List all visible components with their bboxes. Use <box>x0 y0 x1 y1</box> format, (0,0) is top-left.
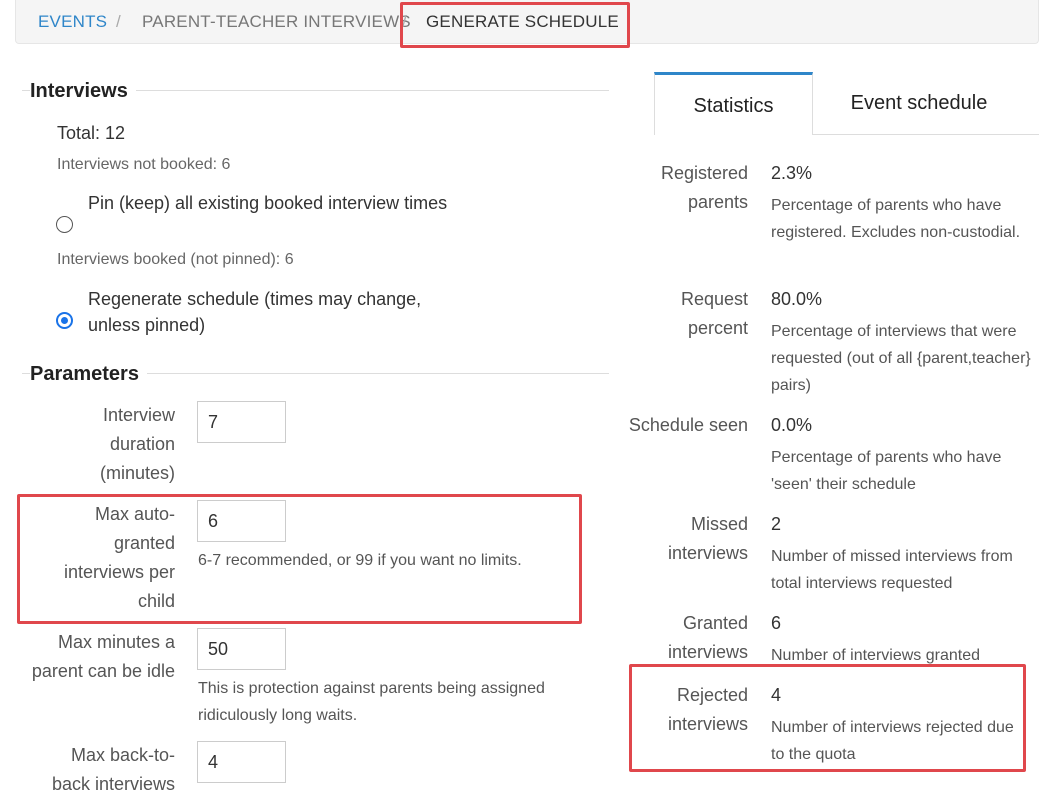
max-idle-minutes-help: This is protection against parents being… <box>198 680 545 724</box>
max-idle-minutes-input[interactable] <box>197 628 286 670</box>
max-back-to-back-label: Max back-to-back interviews <box>51 745 175 794</box>
interviews-legend: Interviews <box>30 80 136 103</box>
pin-option-label[interactable]: Pin (keep) all existing booked interview… <box>88 190 448 216</box>
max-back-to-back-input[interactable] <box>197 741 286 783</box>
interview-duration-label: Interview duration (minutes) <box>99 405 175 483</box>
stat-value-request-percent: 80.0% <box>771 289 823 309</box>
stat-label-registered-parents: Registered parents <box>660 163 748 212</box>
tab-event-schedule[interactable]: Event schedule <box>813 72 1025 134</box>
breadcrumb-parent-teacher-link[interactable]: PARENT-TEACHER INTERVIEWS <box>142 12 411 32</box>
stat-label-request-percent: Request percent <box>680 289 748 338</box>
pin-radio[interactable] <box>56 216 73 233</box>
stat-value-missed-interviews: 2 <box>771 514 782 534</box>
stat-label-schedule-seen: Schedule seen <box>628 415 748 435</box>
interviews-booked-not-pinned: Interviews booked (not pinned): 6 <box>57 251 294 268</box>
stat-desc-registered-parents: Percentage of parents who have registere… <box>771 197 1021 241</box>
stat-desc-schedule-seen: Percentage of parents who have 'seen' th… <box>771 449 1002 493</box>
stat-label-granted-interviews: Granted interviews <box>667 613 748 662</box>
stat-value-registered-parents: 2.3% <box>771 163 813 183</box>
stat-desc-missed-interviews: Number of missed interviews from total i… <box>771 548 1013 592</box>
max-idle-minutes-label: Max minutes a parent can be idle <box>31 632 175 681</box>
breadcrumb-separator: / <box>116 12 121 31</box>
stat-desc-request-percent: Percentage of interviews that were reque… <box>771 323 1031 394</box>
stat-value-granted-interviews: 6 <box>771 613 782 633</box>
parameters-legend: Parameters <box>30 363 147 386</box>
interviews-not-booked: Interviews not booked: 6 <box>57 156 231 173</box>
stat-label-missed-interviews: Missed interviews <box>667 514 748 563</box>
interview-duration-input[interactable] <box>197 401 286 443</box>
interviews-total: Total: 12 <box>57 123 126 143</box>
regenerate-radio[interactable] <box>56 312 73 329</box>
breadcrumb-events-link[interactable]: EVENTS <box>38 12 107 32</box>
stat-value-schedule-seen: 0.0% <box>771 415 813 435</box>
highlight-box <box>17 494 582 624</box>
highlight-box <box>629 664 1026 772</box>
regenerate-option-label[interactable]: Regenerate schedule (times may change, u… <box>88 286 458 338</box>
highlight-box <box>400 2 630 48</box>
tab-statistics[interactable]: Statistics <box>654 72 813 135</box>
